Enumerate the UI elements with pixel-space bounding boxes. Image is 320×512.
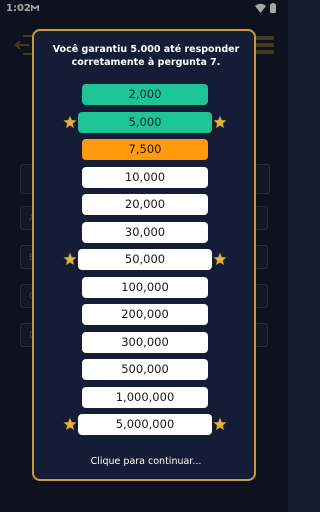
prize-amount: 300,000	[82, 331, 208, 353]
prize-ladder: 2,000 5,000 7,500 10,000 20,000 30,000 50,000 1…	[34, 84, 258, 442]
prize-row-guaranteed: 5,000	[34, 111, 258, 136]
prize-row-upcoming: 200,000	[34, 304, 258, 328]
prize-row-upcoming: 100,000	[34, 276, 258, 301]
prize-row-current: 7,500	[34, 139, 258, 163]
milestone-star-icon	[213, 252, 227, 266]
prize-row-upcoming: 1,000,000	[34, 386, 258, 411]
prize-ladder-dialog[interactable]: Você garantiu 5.000 até responder corret…	[32, 29, 256, 481]
prize-amount: 20,000	[82, 194, 208, 215]
prize-amount: 1,000,000	[82, 386, 208, 408]
prize-row-upcoming: 500,000	[34, 359, 258, 383]
prize-amount: 7,500	[82, 139, 208, 160]
milestone-star-icon	[213, 417, 227, 431]
prize-row-upcoming: 10,000	[34, 166, 258, 191]
milestone-star-icon	[213, 114, 227, 128]
prize-amount: 5,000	[78, 111, 212, 133]
prize-amount: 200,000	[82, 304, 208, 325]
prize-row-upcoming: 50,000	[34, 249, 258, 273]
prize-amount: 2,000	[82, 84, 208, 105]
prize-amount: 10,000	[82, 166, 208, 188]
prize-amount: 30,000	[82, 221, 208, 243]
prize-row-guaranteed: 2,000	[34, 84, 258, 108]
prize-amount: 5,000,000	[78, 414, 212, 435]
prize-amount: 50,000	[78, 249, 212, 270]
prize-row-upcoming: 300,000	[34, 331, 258, 356]
milestone-star-icon	[63, 252, 77, 266]
prize-amount: 100,000	[82, 276, 208, 298]
prize-row-upcoming: 5,000,000	[34, 414, 258, 438]
continue-prompt[interactable]: Clique para continuar...	[34, 456, 258, 467]
prize-amount: 500,000	[82, 359, 208, 380]
milestone-star-icon	[63, 114, 77, 128]
guaranteed-message: Você garantiu 5.000 até responder corret…	[52, 44, 240, 68]
prize-row-upcoming: 30,000	[34, 221, 258, 246]
milestone-star-icon	[63, 417, 77, 431]
prize-row-upcoming: 20,000	[34, 194, 258, 218]
